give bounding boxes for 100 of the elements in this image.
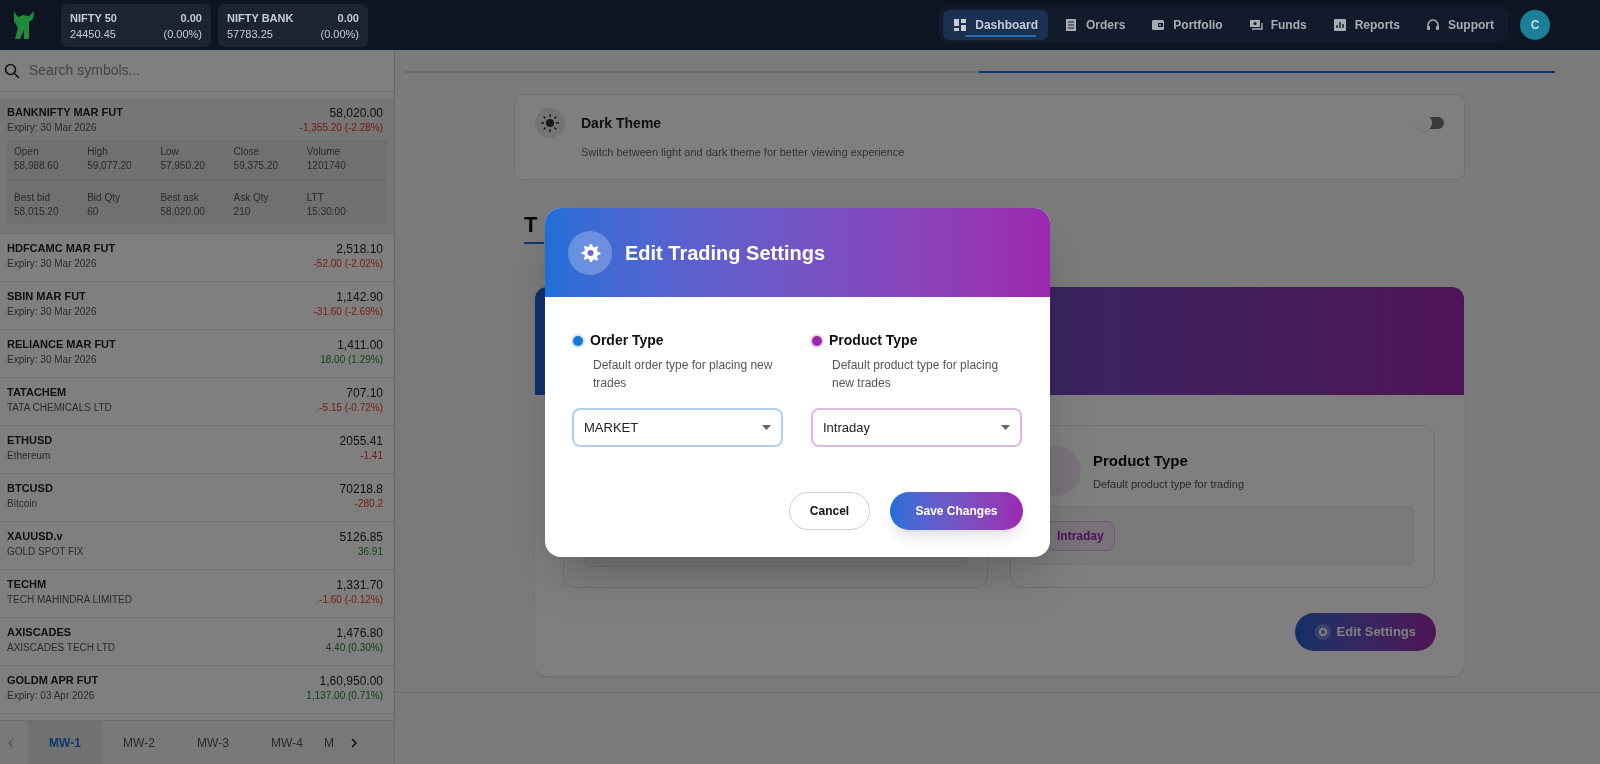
field-description: Default product type for placing new trades [832,357,1000,392]
panel-title: Product Type [1093,451,1189,471]
nav-tab[interactable]: Support [1416,10,1504,40]
detail-label: Low [160,145,180,159]
symbol-subtitle: TATA CHEMICALS LTD [7,401,112,415]
index-name: NIFTY 50 [70,10,117,26]
index-ticker[interactable]: NIFTY BANK 0.00 57783.25 (0.00%) [218,3,368,47]
symbol-subtitle: AXISCADES TECH LTD [7,641,115,655]
symbol-price: 1,60,950.00 [319,673,383,689]
detail-value: 58,988.60 [14,159,60,173]
index-change: 0.00 [336,10,359,26]
watchlist-tab[interactable]: M [324,720,344,764]
symbol-change: 18.00 (1.29%) [320,353,383,367]
chevron-left-icon[interactable] [7,737,15,748]
symbol-change: -1.60 (-0.12%) [319,593,383,607]
watchlist-item[interactable]: BTCUSD Bitcoin 70218.8 -280.2 [0,474,394,522]
symbol-name: XAUUSD.v [7,529,64,544]
wallet-icon [1151,18,1166,32]
panel-description: Default product type for trading [1093,476,1245,492]
toggle-switch[interactable] [1418,117,1444,129]
symbol-name: TECHM [7,577,48,592]
symbol-subtitle: Expiry: 30 Mar 2026 [7,305,97,319]
avatar[interactable]: C [1520,10,1550,40]
symbol-price: 2,518.10 [336,241,383,257]
symbol-name: TATACHEM [7,385,68,400]
search-field[interactable]: Search symbols... [29,60,390,81]
symbol-subtitle: Bitcoin [7,497,38,511]
symbol-price: 5126.85 [339,529,383,545]
watchlist-item[interactable]: TATACHEM TATA CHEMICALS LTD 707.10 -5.15 (-0.72%) [0,378,394,426]
detail-value: 59,077.20 [87,159,133,173]
symbol-price: 1,411.00 [337,337,383,353]
detail-label: High [87,145,109,159]
symbol-price: 1,142.90 [336,289,383,305]
watchlist-item[interactable]: XAUUSD.v GOLD SPOT FIX 5126.85 36.91 [0,522,394,570]
symbol-name: HDFCAMC MAR FUT [7,241,116,256]
symbol-subtitle: Ethereum [7,449,52,463]
nav-tab[interactable]: Reports [1322,10,1410,40]
symbol-change: -52.00 (-2.02%) [313,257,383,271]
chevron-right-icon[interactable] [350,737,358,748]
watchlist-item[interactable]: AXISCADES AXISCADES TECH LTD 1,476.80 4.40 (0.30%) [0,618,394,666]
caret-icon [1001,425,1010,430]
watchlist-tab[interactable]: MW-1 [28,720,102,764]
detail-value: 60 [87,205,100,219]
symbol-subtitle: Expiry: 30 Mar 2026 [7,257,98,271]
symbol-name: RELIANCE MAR FUT [7,337,116,352]
cancel-button[interactable]: Cancel [789,492,870,530]
value-pill: Intraday [1046,520,1115,551]
symbol-price: 1,476.80 [336,625,383,641]
symbol-change: -1.41 [360,449,383,463]
section-heading: T [524,212,538,238]
index-percent: (0.00%) [320,26,359,42]
symbol-name: BANKNIFTY MAR FUT [7,105,123,120]
symbol-change: 36.91 [357,545,383,559]
symbol-subtitle: Expiry: 03 Apr 2026 [7,689,96,703]
document-icon [1063,18,1078,32]
detail-value: 15:30:00 [306,205,347,219]
watchlist-tab[interactable]: MW-2 [102,720,176,764]
dialog-title: Edit Trading Settings [625,240,825,266]
headset-icon [1426,18,1440,32]
symbol-change: -280.2 [354,497,383,511]
symbol-change: 1,137.00 (0.71%) [306,689,383,703]
detail-label: Ask Qty [233,191,270,205]
index-ticker[interactable]: NIFTY 50 0.00 24450.45 (0.00%) [61,3,211,47]
symbol-name: ETHUSD [7,433,53,448]
nav-tab[interactable]: Funds [1238,10,1317,40]
watchlist-item[interactable]: ETHUSD Ethereum 2055.41 -1.41 [0,426,394,474]
detail-value: 58,020.00 [160,205,206,219]
detail-value: 210 [233,205,252,219]
index-change: 0.00 [179,10,202,26]
watchlist-item[interactable]: RELIANCE MAR FUT Expiry: 30 Mar 2026 1,411.00 18.00 (1.29%) [0,330,394,378]
field-description: Default order type for placing new trades [593,357,774,392]
dropdown-field[interactable]: MARKET [572,408,783,447]
nav-tab[interactable]: Orders [1053,10,1136,40]
watchlist-tab[interactable]: MW-3 [176,720,250,764]
symbol-subtitle: Expiry: 30 Mar 2026 [7,353,98,367]
watchlist-item[interactable] [0,98,394,234]
index-value: 57783.25 [227,26,274,42]
setting-description: Switch between light and dark theme for better viewing experience [581,145,906,160]
detail-label: LTT [306,191,325,205]
symbol-price: 707.10 [346,385,383,401]
dropdown-field[interactable]: Intraday [811,408,1022,447]
symbol-price: 58,020.00 [329,105,383,121]
watchlist-tab[interactable]: MW-4 [250,720,324,764]
nav-tab[interactable]: Portfolio [1141,10,1233,40]
caret-icon [762,425,771,430]
detail-label: Volume [306,145,342,159]
save-button[interactable]: Save Changes [890,492,1023,530]
nav-tab[interactable]: Dashboard [943,10,1048,40]
symbol-name: AXISCADES [7,625,73,640]
symbol-subtitle: TECH MAHINDRA LIMITED [7,593,132,607]
watchlist-item[interactable]: HDFCAMC MAR FUT Expiry: 30 Mar 2026 2,518.10 -52.00 (-2.02%) [0,234,394,282]
watchlist-item[interactable]: GOLDM APR FUT Expiry: 03 Apr 2026 1,60,950.00 1,137.00 (0.71%) [0,666,394,714]
detail-label: Best ask [160,191,200,205]
watchlist-item[interactable]: TECHM TECH MAHINDRA LIMITED 1,331.70 -1.60 (-0.12%) [0,570,394,618]
edit-settings-button[interactable]: Edit Settings [1294,613,1436,651]
index-value: 24450.45 [70,26,117,42]
detail-value: 57,950.20 [160,159,206,173]
symbol-price: 2055.41 [339,433,383,449]
watchlist-item[interactable]: SBIN MAR FUT Expiry: 30 Mar 2026 1,142.90 -31.60 (-2.69%) [0,282,394,330]
banknote-icon [1248,18,1263,32]
